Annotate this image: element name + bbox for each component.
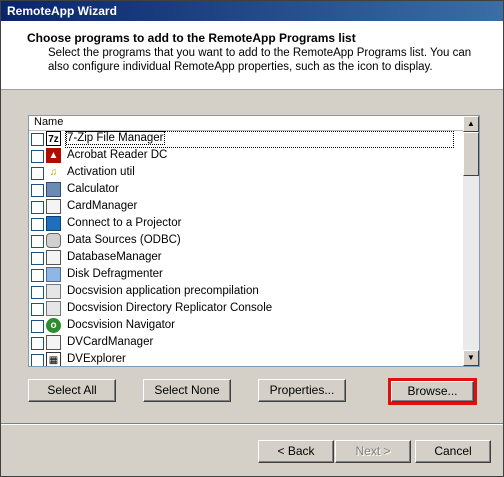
window-title: RemoteApp Wizard <box>7 4 117 18</box>
7zip-icon: 7z <box>46 131 61 146</box>
list-item-label: Docsvision Directory Replicator Console <box>67 302 273 314</box>
browse-highlight-box <box>388 378 477 405</box>
odbc-icon <box>46 233 61 248</box>
list-item[interactable]: Docsvision application precompilation <box>29 284 463 301</box>
checkbox[interactable] <box>31 337 44 350</box>
checkbox[interactable] <box>31 218 44 231</box>
list-item[interactable]: o Docsvision Navigator <box>29 318 463 335</box>
properties-button[interactable]: Properties... <box>258 379 346 402</box>
next-button[interactable]: Next > <box>335 440 411 463</box>
checkbox[interactable] <box>31 133 44 146</box>
select-none-button[interactable]: Select None <box>143 379 231 402</box>
list-item-label: DatabaseManager <box>67 251 162 263</box>
list-item-label: DVCardManager <box>67 336 154 348</box>
list-item-label: Activation util <box>67 166 135 178</box>
projector-icon <box>46 216 61 231</box>
list-item[interactable]: ▦ DVExplorer <box>29 352 463 366</box>
column-header-name[interactable]: Name <box>29 116 463 131</box>
wizard-header: Choose programs to add to the RemoteApp … <box>1 21 503 90</box>
list-item[interactable]: Docsvision Directory Replicator Console <box>29 301 463 318</box>
checkbox[interactable] <box>31 201 44 214</box>
footer-separator <box>1 423 503 425</box>
checkbox[interactable] <box>31 320 44 333</box>
defrag-icon <box>46 267 61 282</box>
checkbox[interactable] <box>31 167 44 180</box>
list-item[interactable]: ▲ Acrobat Reader DC <box>29 148 463 165</box>
list-item-label: DVExplorer <box>67 353 126 365</box>
list-item[interactable]: ♫ Activation util <box>29 165 463 182</box>
list-item[interactable]: Disk Defragmenter <box>29 267 463 284</box>
title-bar[interactable]: RemoteApp Wizard <box>1 1 503 21</box>
list-item[interactable]: Calculator <box>29 182 463 199</box>
remoteapp-wizard-window: RemoteApp Wizard Choose programs to add … <box>0 0 504 477</box>
dvexplorer-icon: ▦ <box>46 352 61 366</box>
scroll-down-arrow-icon[interactable]: ▼ <box>463 350 479 366</box>
list-item[interactable]: Connect to a Projector <box>29 216 463 233</box>
list-item-label: Docsvision Navigator <box>67 319 176 331</box>
list-item-label: Disk Defragmenter <box>67 268 163 280</box>
back-button[interactable]: < Back <box>258 440 334 463</box>
programs-list[interactable]: Name 7z 7-Zip File Manager ▲ Acrobat Rea… <box>28 115 480 367</box>
list-item-label: 7-Zip File Manager <box>66 131 165 145</box>
cardmanager-icon <box>46 199 61 214</box>
checkbox[interactable] <box>31 286 44 299</box>
select-all-button[interactable]: Select All <box>28 379 116 402</box>
checkbox[interactable] <box>31 235 44 248</box>
scroll-up-arrow-icon[interactable]: ▲ <box>463 116 479 132</box>
list-item[interactable]: 7z 7-Zip File Manager <box>29 131 463 148</box>
activation-icon: ♫ <box>49 167 58 178</box>
list-item[interactable]: CardManager <box>29 199 463 216</box>
docsvision-navigator-icon: o <box>46 318 61 333</box>
list-item-label: Acrobat Reader DC <box>67 149 168 161</box>
list-item[interactable]: DVCardManager <box>29 335 463 352</box>
acrobat-icon: ▲ <box>46 148 61 163</box>
list-item-label: Calculator <box>67 183 119 195</box>
page-title: Choose programs to add to the RemoteApp … <box>27 31 356 45</box>
page-description: Select the programs that you want to add… <box>48 47 472 73</box>
checkbox[interactable] <box>31 269 44 282</box>
list-item-label: Connect to a Projector <box>67 217 182 229</box>
checkbox[interactable] <box>31 184 44 197</box>
checkbox[interactable] <box>31 252 44 265</box>
programs-rows: 7z 7-Zip File Manager ▲ Acrobat Reader D… <box>29 131 463 366</box>
databasemanager-icon <box>46 250 61 265</box>
cancel-button[interactable]: Cancel <box>415 440 491 463</box>
checkbox[interactable] <box>31 303 44 316</box>
scroll-thumb[interactable] <box>463 132 479 176</box>
dvcardmanager-icon <box>46 335 61 350</box>
calculator-icon <box>46 182 61 197</box>
checkbox[interactable] <box>31 150 44 163</box>
docsvision-app-icon <box>46 284 61 299</box>
list-item-label: Docsvision application precompilation <box>67 285 259 297</box>
docsvision-replicator-icon <box>46 301 61 316</box>
list-item-label: Data Sources (ODBC) <box>67 234 181 246</box>
checkbox[interactable] <box>31 354 44 366</box>
list-item[interactable]: Data Sources (ODBC) <box>29 233 463 250</box>
vertical-scrollbar[interactable]: ▲ ▼ <box>463 116 479 366</box>
list-item-label: CardManager <box>67 200 138 212</box>
list-item[interactable]: DatabaseManager <box>29 250 463 267</box>
